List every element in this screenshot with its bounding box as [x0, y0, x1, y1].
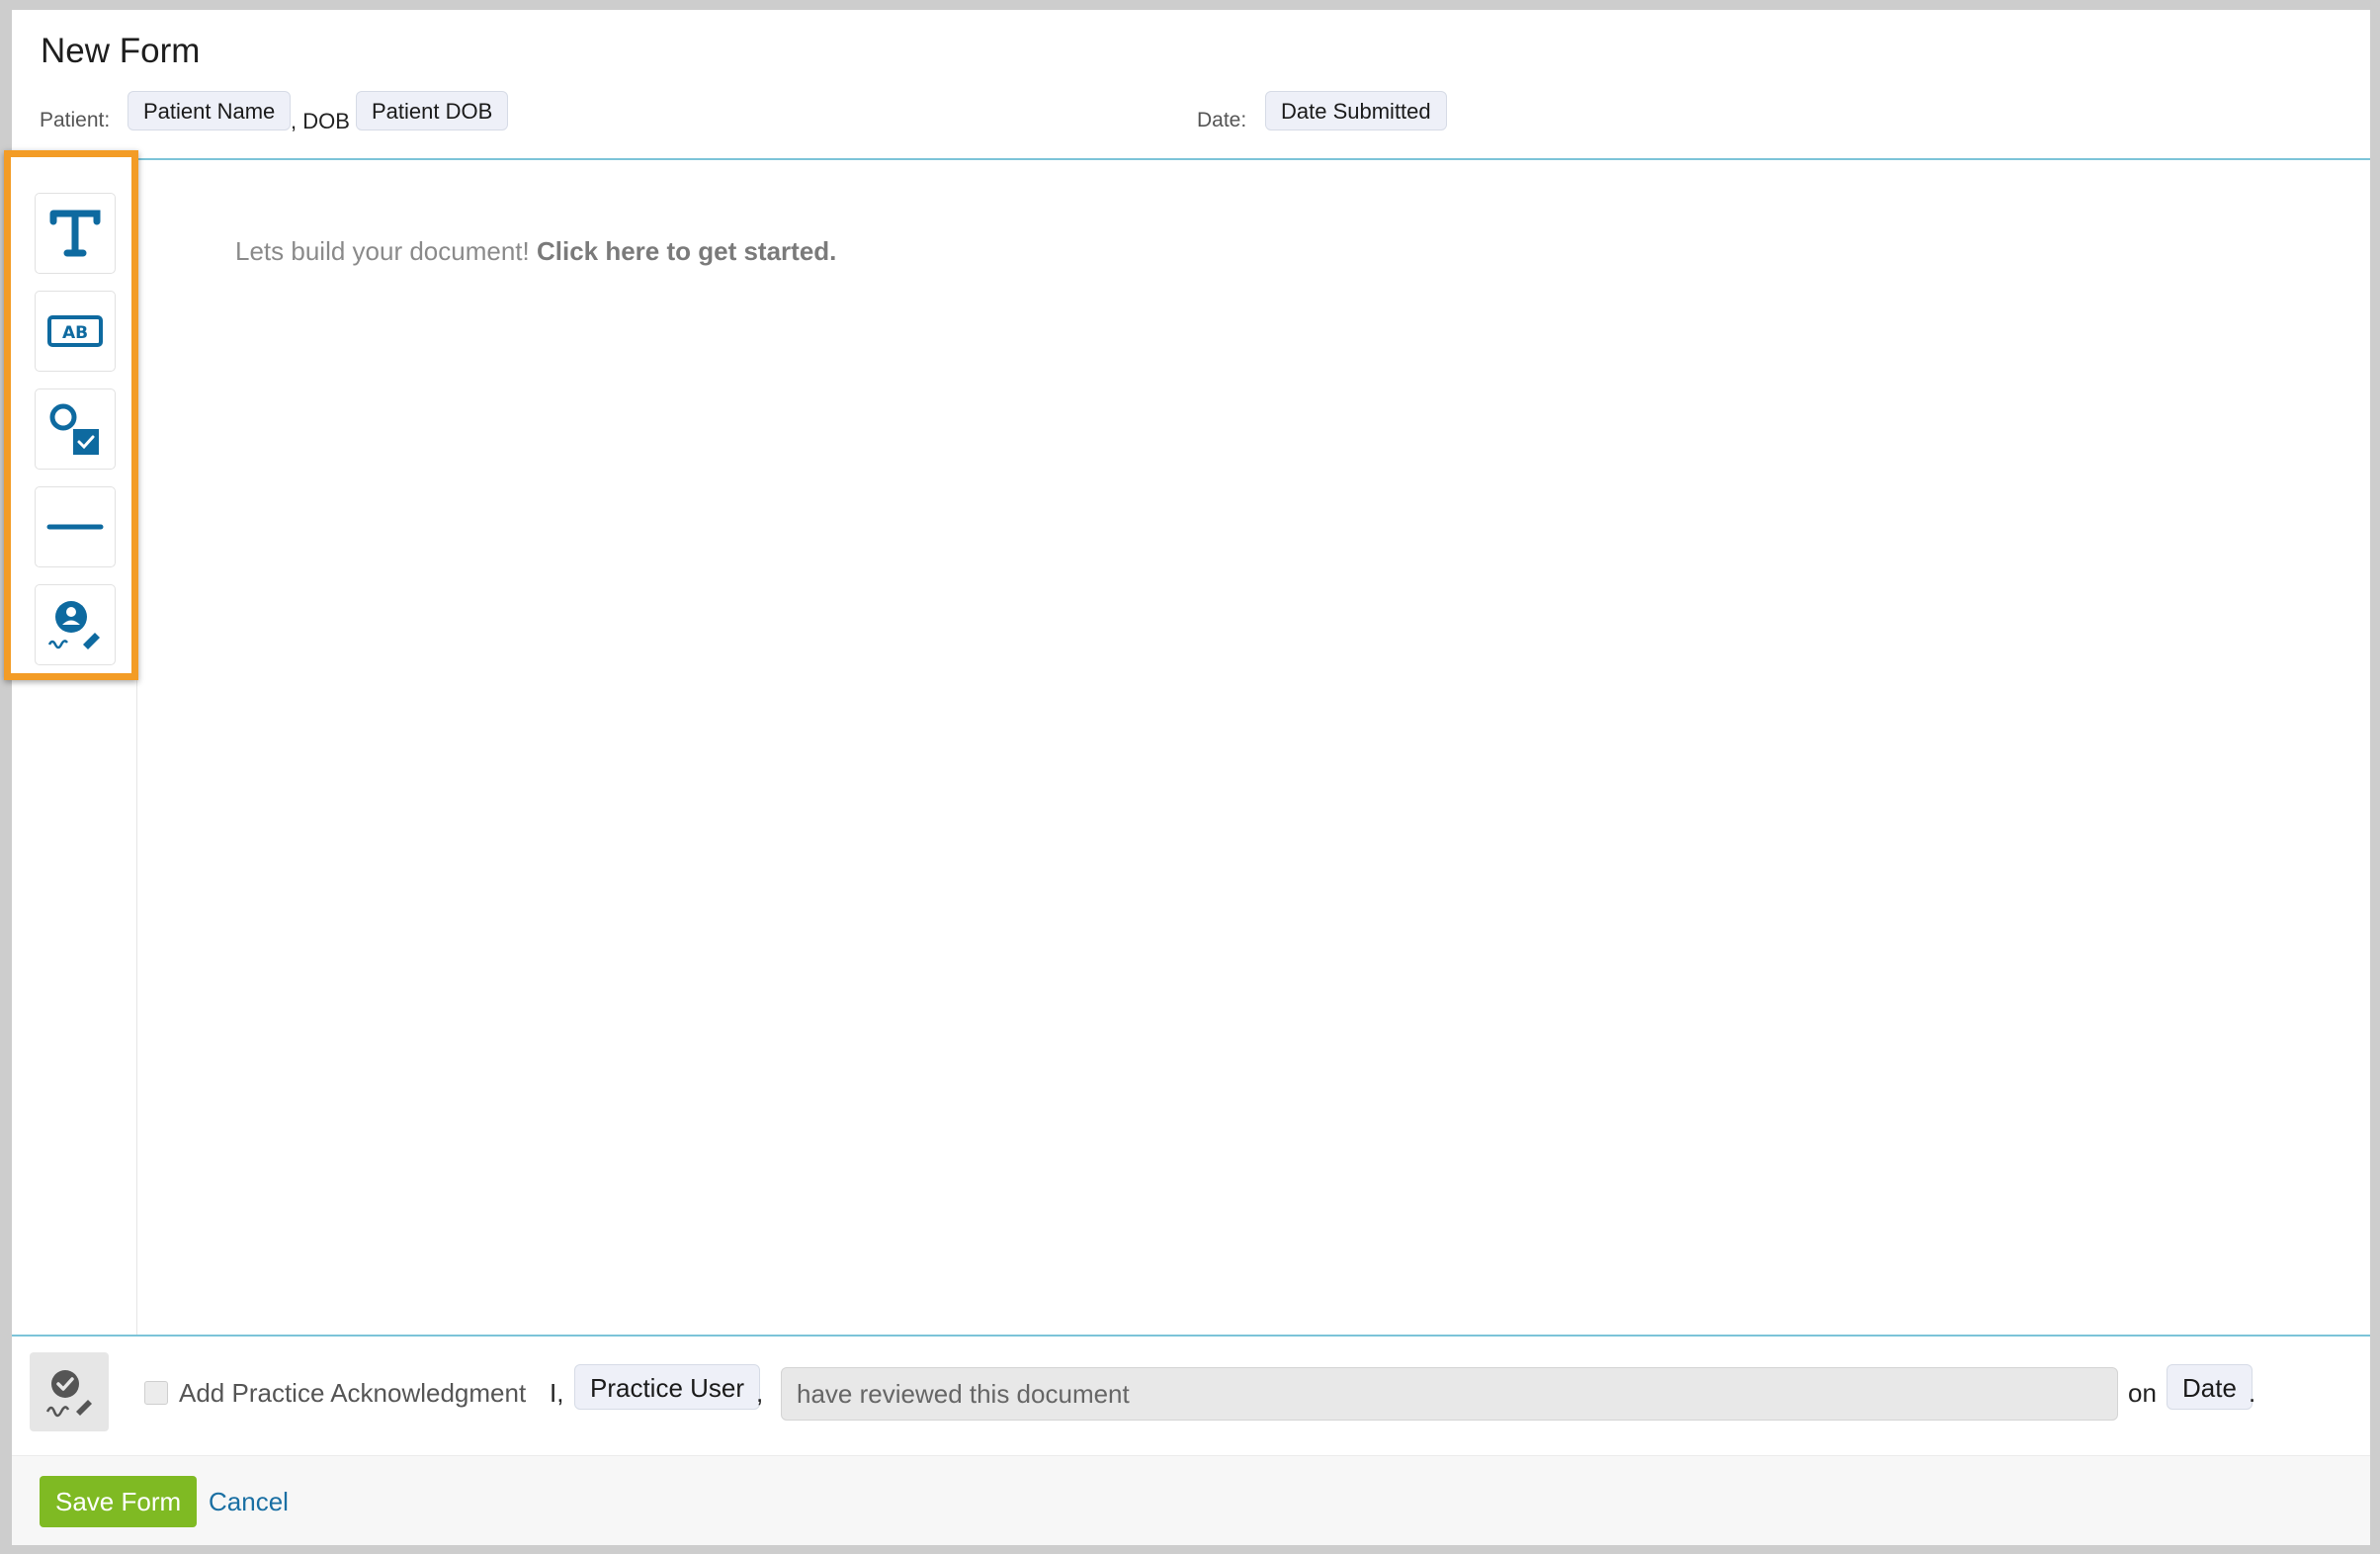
add-acknowledgment-checkbox[interactable] — [144, 1381, 168, 1405]
add-signature-tool[interactable] — [35, 584, 116, 665]
signature-icon — [47, 601, 100, 649]
practice-user-chip: Practice User — [574, 1364, 761, 1410]
add-divider-tool[interactable] — [35, 486, 116, 567]
patient-label: Patient: — [40, 109, 111, 131]
patient-name-chip: Patient Name — [128, 91, 292, 130]
form-editor-window: New Form Patient: Patient Name , DOB Pat… — [12, 10, 2370, 1545]
get-started-link[interactable]: Click here to get started. — [537, 236, 836, 266]
ack-period: . — [2249, 1378, 2256, 1408]
footer-bar — [12, 1455, 2370, 1545]
save-form-button[interactable]: Save Form — [40, 1476, 198, 1527]
get-started-prompt[interactable]: Lets build your document! Click here to … — [235, 236, 836, 267]
dob-label: , DOB — [291, 109, 350, 133]
ack-date-chip: Date — [2167, 1364, 2252, 1410]
document-canvas[interactable] — [138, 160, 2370, 1342]
date-label: Date: — [1197, 109, 1247, 131]
date-submitted-chip: Date Submitted — [1265, 91, 1447, 130]
acknowledgment-statement-input[interactable]: have reviewed this document — [781, 1367, 2118, 1421]
svg-text:AB: AB — [62, 323, 88, 343]
text-icon — [49, 210, 101, 257]
element-toolbar: AB — [4, 150, 138, 680]
text-field-icon: AB — [47, 315, 103, 347]
ack-comma: , — [756, 1378, 764, 1408]
page-title: New Form — [41, 32, 201, 70]
cancel-link[interactable]: Cancel — [209, 1487, 289, 1517]
choice-icon — [49, 403, 99, 455]
ack-i-text: I, — [550, 1378, 564, 1408]
ack-on-text: on — [2128, 1378, 2157, 1408]
patient-dob-chip: Patient DOB — [356, 91, 509, 130]
add-choice-tool[interactable] — [35, 388, 116, 470]
acknowledgment-seal-icon[interactable] — [30, 1352, 109, 1431]
divider-icon — [46, 524, 104, 530]
add-text-tool[interactable] — [35, 193, 116, 274]
add-text-field-tool[interactable]: AB — [35, 291, 116, 372]
add-acknowledgment-label[interactable]: Add Practice Acknowledgment — [179, 1378, 526, 1409]
prompt-text: Lets build your document! — [235, 236, 537, 266]
